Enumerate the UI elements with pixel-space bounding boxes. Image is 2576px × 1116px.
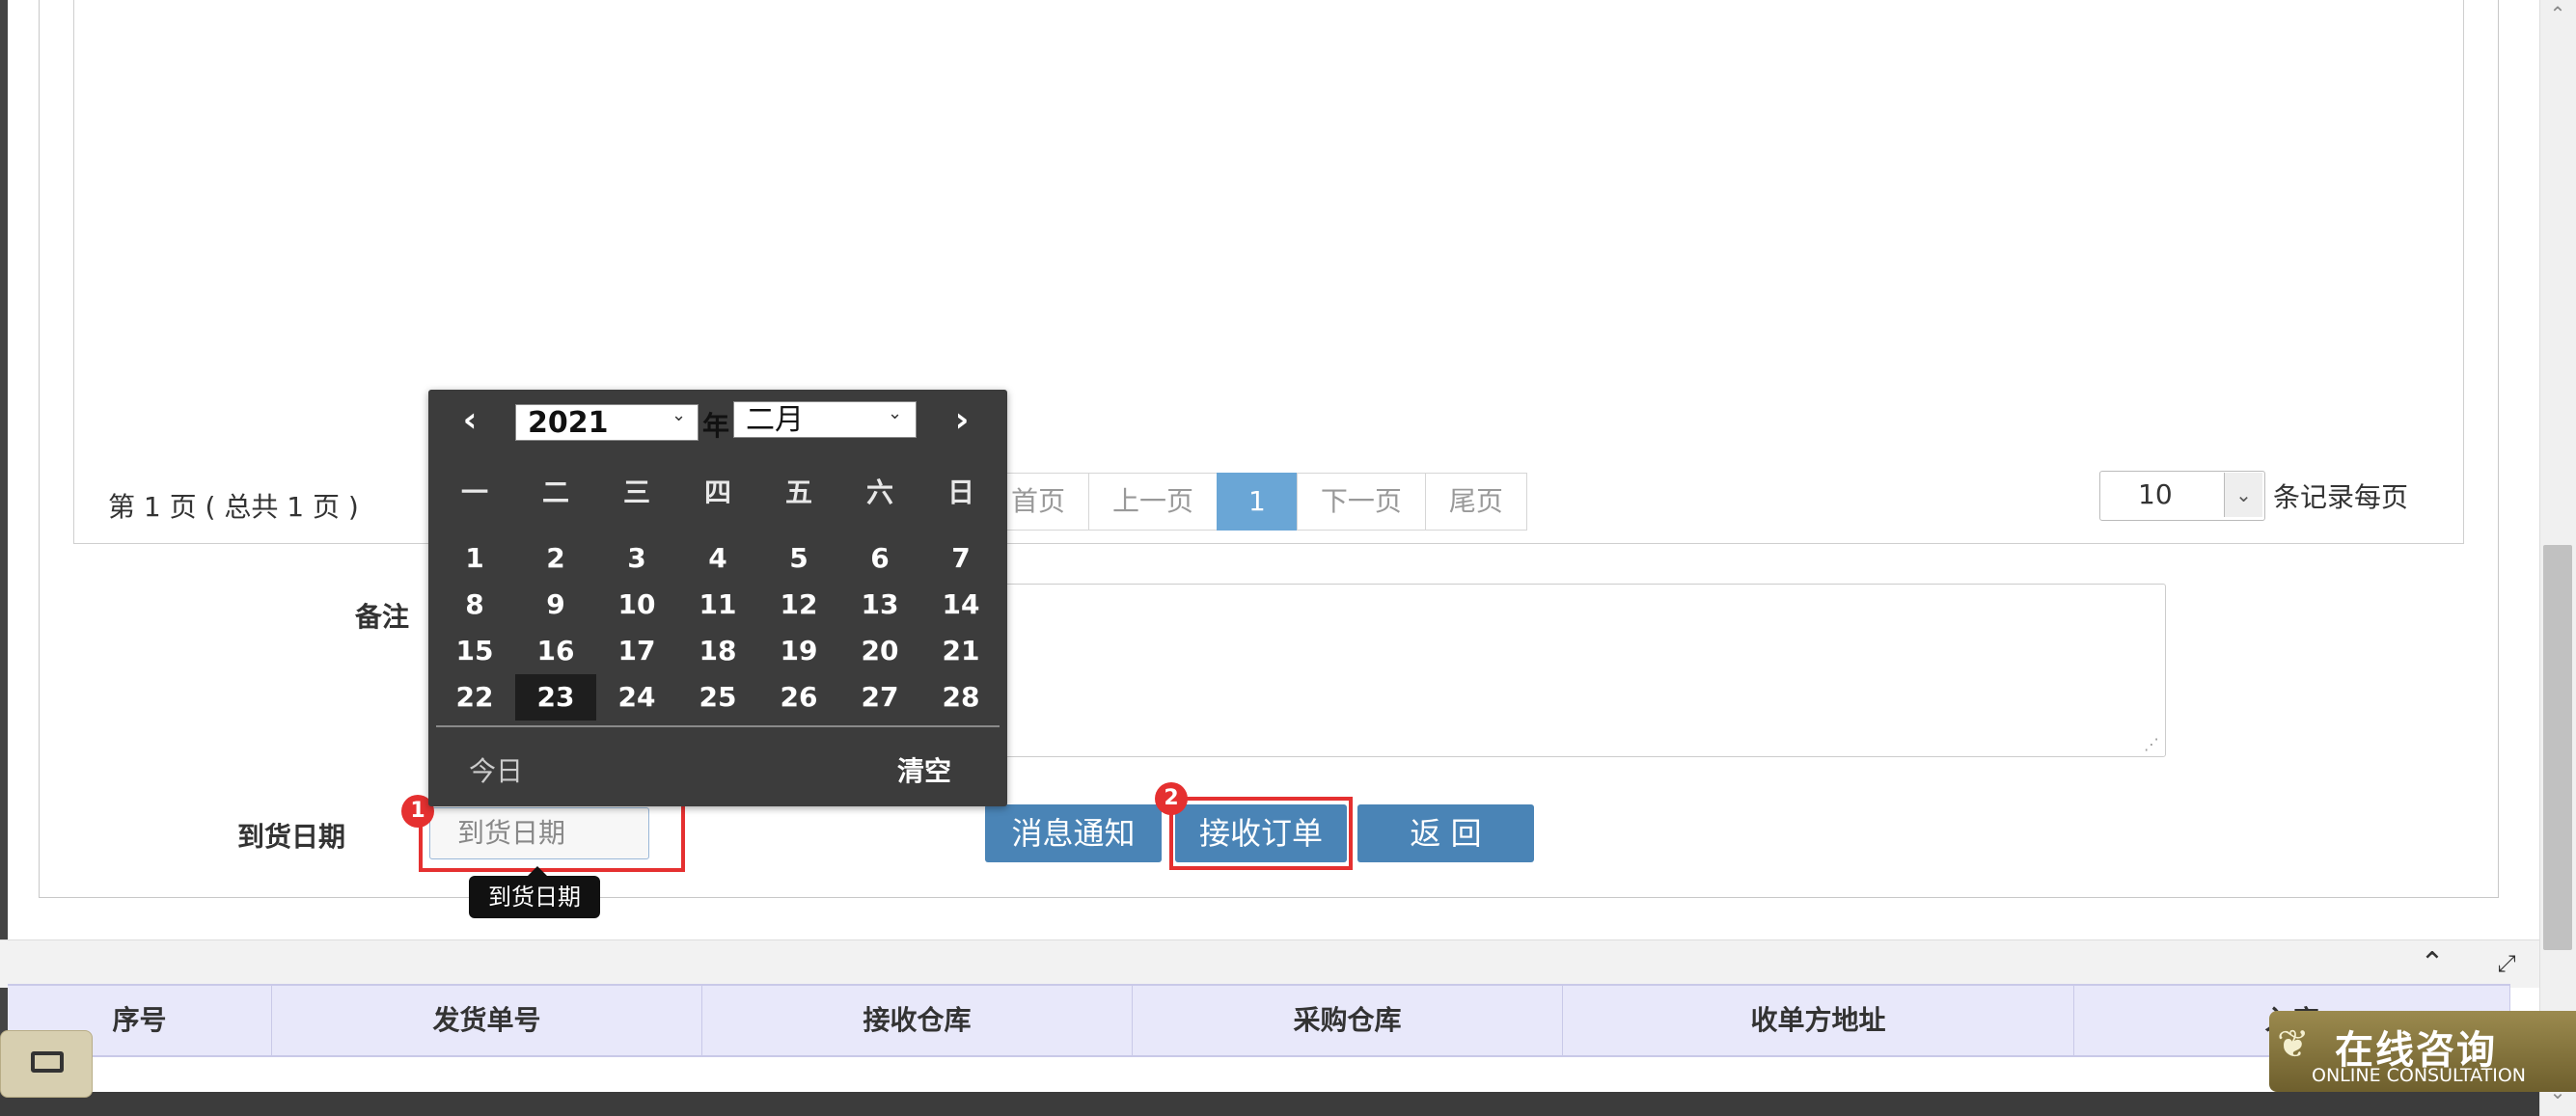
- calendar-day[interactable]: 3: [596, 535, 677, 582]
- notify-button[interactable]: 消息通知: [985, 804, 1162, 862]
- year-suffix: 年: [702, 410, 730, 442]
- grid-toolbar: [0, 939, 2539, 988]
- weekday-header: 一 二 三 四 五 六 日: [434, 470, 1001, 516]
- calendar-day[interactable]: 7: [920, 535, 1001, 582]
- calendar-day[interactable]: 12: [758, 582, 839, 628]
- calendar-day[interactable]: 9: [515, 582, 596, 628]
- expand-arrows-icon[interactable]: ⤢: [2484, 941, 2529, 986]
- back-button[interactable]: 返 回: [1357, 804, 1534, 862]
- weekday-label: 日: [946, 476, 974, 508]
- weekday-label: 四: [703, 476, 731, 508]
- today-button[interactable]: 今日: [469, 750, 523, 789]
- calendar-day-selected[interactable]: 23: [515, 674, 596, 721]
- weekday-label: 五: [784, 476, 812, 508]
- shipment-grid-body: [8, 1059, 2510, 1088]
- date-input-highlight: [419, 801, 685, 872]
- calendar-day[interactable]: 1: [434, 535, 515, 582]
- shipment-grid-header: 序号 发货单号 接收仓库 采购仓库 收单方地址 入库: [8, 984, 2510, 1057]
- arrival-date-label: 到货日期: [237, 821, 346, 853]
- current-page-button[interactable]: 1: [1217, 473, 1298, 531]
- resize-grip-icon[interactable]: ⋰: [2144, 735, 2159, 753]
- leaf-logo-icon: ❦: [2277, 1022, 2310, 1067]
- calendar-day[interactable]: 10: [596, 582, 677, 628]
- page-info: 第 1 页 ( 总共 1 页 ): [108, 491, 359, 523]
- calendar-day[interactable]: 14: [920, 582, 1001, 628]
- chevron-up-icon[interactable]: ⌃: [2410, 941, 2454, 986]
- calendar-day[interactable]: 19: [758, 628, 839, 674]
- tooltip-arrow: [528, 866, 547, 876]
- calendar-day[interactable]: 5: [758, 535, 839, 582]
- calendar-day[interactable]: 2: [515, 535, 596, 582]
- last-page-button[interactable]: 尾页: [1424, 473, 1527, 531]
- chevron-left-icon[interactable]: ‹: [455, 401, 484, 440]
- calendar-week: 1 2 3 4 5 6 7: [434, 535, 1001, 582]
- calendar-week: 22 23 24 25 26 27 28: [434, 674, 1001, 721]
- calendar-day[interactable]: 27: [839, 674, 920, 721]
- column-header[interactable]: 采购仓库: [1133, 986, 1563, 1055]
- calendar-week: 15 16 17 18 19 20 21: [434, 628, 1001, 674]
- calendar-day[interactable]: 15: [434, 628, 515, 674]
- next-page-button[interactable]: 下一页: [1296, 473, 1426, 531]
- chevron-right-icon[interactable]: ›: [947, 401, 976, 440]
- calendar-day[interactable]: 16: [515, 628, 596, 674]
- chevron-down-icon[interactable]: ⌄: [2224, 473, 2262, 517]
- bottom-status-bar: [0, 1092, 2539, 1116]
- calendar-day[interactable]: 13: [839, 582, 920, 628]
- weekday-label: 六: [865, 476, 893, 508]
- receive-button-highlight: [1169, 797, 1353, 870]
- clear-button[interactable]: 清空: [897, 750, 951, 789]
- calendar-day[interactable]: 24: [596, 674, 677, 721]
- calendar-spacer: [434, 516, 1001, 535]
- consult-subtitle: ONLINE CONSULTATION: [2312, 1065, 2527, 1086]
- calendar-day[interactable]: 26: [758, 674, 839, 721]
- weekday-label: 二: [541, 476, 569, 508]
- scrollbar-thumb[interactable]: [2543, 545, 2572, 950]
- calendar-day[interactable]: 20: [839, 628, 920, 674]
- calendar-week: 8 9 10 11 12 13 14: [434, 582, 1001, 628]
- chevron-down-icon[interactable]: ⌄: [671, 405, 686, 425]
- calendar-day[interactable]: 21: [920, 628, 1001, 674]
- prev-page-button[interactable]: 上一页: [1088, 473, 1219, 531]
- column-header[interactable]: 接收仓库: [702, 986, 1133, 1055]
- calendar-divider: [436, 725, 1000, 727]
- page-size-value: 10: [2138, 478, 2173, 510]
- calendar-day[interactable]: 18: [677, 628, 758, 674]
- page-size-label: 条记录每页: [2273, 481, 2409, 513]
- window-restore-icon: [31, 1051, 64, 1073]
- date-tooltip: 到货日期: [469, 876, 600, 918]
- scroll-up-arrow-icon[interactable]: ⌃: [2544, 2, 2571, 25]
- pager: 首页 上一页 1 下一页 尾页: [987, 473, 1527, 531]
- remark-label: 备注: [355, 601, 410, 633]
- calendar-day[interactable]: 17: [596, 628, 677, 674]
- step-badge-2: 2: [1155, 782, 1188, 815]
- calendar-grid: 一 二 三 四 五 六 日 1 2 3 4 5 6 7 8 9 10 11 12…: [434, 470, 1001, 721]
- calendar-day[interactable]: 28: [920, 674, 1001, 721]
- chevron-down-icon[interactable]: ⌄: [888, 403, 902, 423]
- calendar-day[interactable]: 8: [434, 582, 515, 628]
- calendar-day[interactable]: 4: [677, 535, 758, 582]
- calendar-day[interactable]: 25: [677, 674, 758, 721]
- weekday-label: 一: [460, 476, 488, 508]
- calendar-day[interactable]: 22: [434, 674, 515, 721]
- column-header[interactable]: 发货单号: [272, 986, 702, 1055]
- calendar-day[interactable]: 6: [839, 535, 920, 582]
- column-header[interactable]: 收单方地址: [1563, 986, 2074, 1055]
- weekday-label: 三: [622, 476, 650, 508]
- calendar-day[interactable]: 11: [677, 582, 758, 628]
